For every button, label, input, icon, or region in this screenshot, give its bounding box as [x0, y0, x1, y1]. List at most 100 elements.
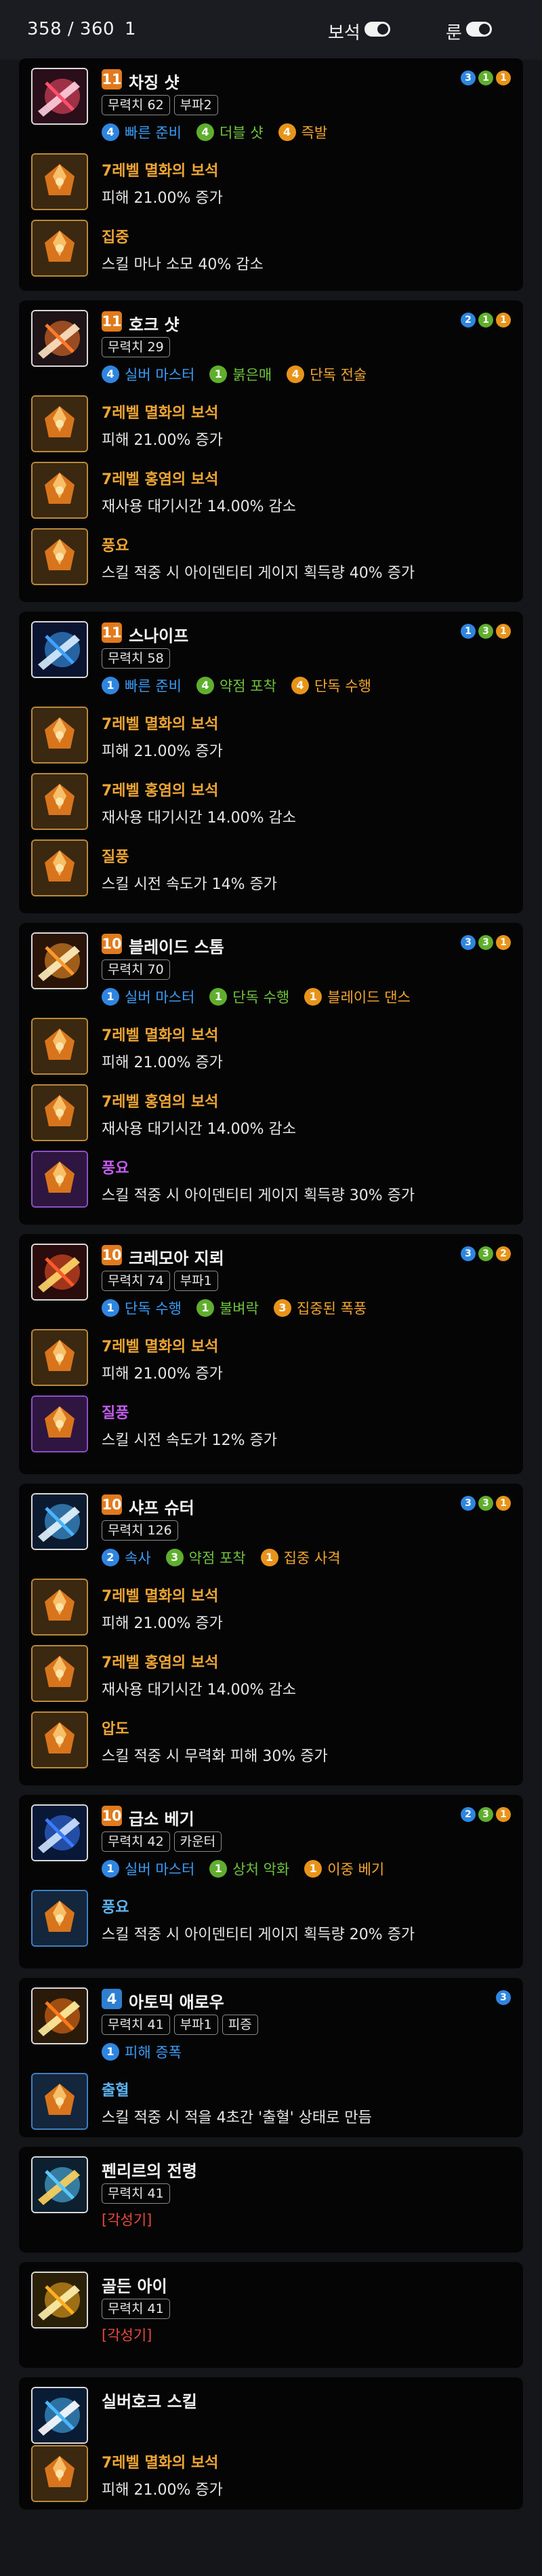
skill-tags: 무력치 29: [102, 337, 170, 357]
tripod[interactable]: 4 단독 수행: [291, 675, 371, 696]
tripod-level-badge: 1: [209, 365, 228, 383]
skill-icon[interactable]: [31, 1493, 88, 1550]
tripod[interactable]: 1 이중 베기: [304, 1859, 384, 1879]
tripod-summary-dot: 1: [478, 313, 493, 328]
tripod[interactable]: 1 실버 마스터: [102, 987, 194, 1007]
tripod-summary-dot: 3: [478, 1807, 493, 1822]
gem-icon[interactable]: [31, 1329, 88, 1386]
tripod[interactable]: 1 실버 마스터: [102, 1859, 194, 1879]
row-description: 스킬 시전 속도가 12% 증가: [102, 1432, 278, 1449]
row-title: 7레벨 멸화의 보석: [102, 1588, 219, 1605]
skill-tag: 무력치 29: [102, 337, 170, 357]
rune-icon[interactable]: [31, 220, 88, 277]
tripod[interactable]: 1 상처 악화: [209, 1859, 289, 1879]
skill-level-badge: 10: [102, 1494, 122, 1515]
tripod[interactable]: 4 실버 마스터: [102, 364, 194, 384]
tripod[interactable]: 1 불벼락: [196, 1298, 259, 1318]
skill-tags: 무력치 126: [102, 1520, 178, 1541]
row-title: 풍요: [102, 1899, 129, 1916]
rune-icon[interactable]: [31, 1151, 88, 1208]
tripod-summary-dot: 1: [496, 624, 511, 639]
tripod[interactable]: 3 약점 포착: [165, 1547, 246, 1568]
tripod[interactable]: 1 빠른 준비: [102, 675, 182, 696]
tripod-summary: 3: [496, 1990, 511, 2005]
skill-icon[interactable]: [31, 2156, 88, 2213]
skill-level-badge: 10: [102, 1245, 122, 1265]
skill-tags: 무력치 41 부파1 피증: [102, 2015, 258, 2035]
gem-icon[interactable]: [31, 1579, 88, 1636]
tripod[interactable]: 4 약점 포착: [196, 675, 276, 696]
gem-icon[interactable]: [31, 395, 88, 452]
tripod[interactable]: 2 속사: [102, 1547, 151, 1568]
tripod-summary-dot: 1: [461, 624, 476, 639]
skill-icon[interactable]: [31, 1804, 88, 1861]
tripod-level-badge: 1: [102, 1299, 119, 1317]
tripod[interactable]: 4 단독 전술: [287, 364, 367, 384]
tripod-summary-dot: 3: [478, 1246, 493, 1261]
tripod-summary: 231: [461, 1807, 511, 1822]
gem-toggle[interactable]: [364, 22, 390, 37]
tripod-label: 단독 전술: [310, 367, 367, 383]
skill-icon[interactable]: [31, 932, 88, 989]
rune-icon[interactable]: [31, 528, 88, 585]
gem-icon[interactable]: [31, 1018, 88, 1075]
skill-icon[interactable]: [31, 68, 88, 125]
skill-tag: 무력치 41: [102, 2015, 170, 2035]
skill-icon[interactable]: [31, 621, 88, 678]
skill-name: 급소 베기: [129, 1810, 194, 1829]
row-description: 스킬 적중 시 적을 4초간 '출혈' 상태로 만듬: [102, 2109, 372, 2126]
gem-icon[interactable]: [31, 153, 88, 210]
tripod[interactable]: 4 더블 샷: [196, 122, 264, 142]
tripod-summary: 311: [461, 71, 511, 85]
skill-level-badge: 11: [102, 622, 122, 643]
tripod-level-badge: 4: [278, 123, 296, 141]
gem-icon[interactable]: [31, 773, 88, 830]
rune-icon[interactable]: [31, 2073, 88, 2130]
rune-icon[interactable]: [31, 1711, 88, 1768]
skill-icon[interactable]: [31, 310, 88, 367]
gem-icon[interactable]: [31, 1084, 88, 1141]
tripod-summary: 332: [461, 1246, 511, 1261]
tripod[interactable]: 1 단독 수행: [102, 1298, 182, 1318]
tripod-summary-dot: 2: [461, 313, 476, 328]
tripod[interactable]: 4 즉발: [278, 122, 327, 142]
row-description: 피해 21.00% 증가: [102, 2482, 223, 2499]
skill-tag: 부파2: [173, 95, 218, 115]
rune-icon[interactable]: [31, 1395, 88, 1452]
tripod[interactable]: 1 단독 수행: [209, 987, 289, 1007]
tripod-summary-dot: 1: [496, 935, 511, 950]
row-title: 7레벨 멸화의 보석: [102, 1027, 219, 1044]
skill-tag: 무력치 70: [102, 959, 170, 980]
tripod-level-badge: 3: [165, 1549, 184, 1566]
row-description: 스킬 시전 속도가 14% 증가: [102, 876, 278, 893]
rune-icon[interactable]: [31, 1890, 88, 1947]
row-title: 출혈: [102, 2082, 129, 2099]
row-title: 7레벨 멸화의 보석: [102, 2455, 219, 2472]
skill-tag: 무력치 58: [102, 648, 170, 669]
tripod[interactable]: 1 블레이드 댄스: [304, 987, 411, 1007]
skill-icon[interactable]: [31, 2272, 88, 2329]
gem-icon[interactable]: [31, 1645, 88, 1702]
tripod-list: 1 실버 마스터 1 상처 악화 1 이중 베기: [102, 1859, 399, 1879]
row-title: 풍요: [102, 538, 129, 555]
skill-card: 골든 아이 무력치 41 [각성기]: [19, 2262, 523, 2368]
skill-icon[interactable]: [31, 1987, 88, 2044]
tripod[interactable]: 1 붉은매: [209, 364, 272, 384]
tripod[interactable]: 3 집중된 폭풍: [273, 1298, 367, 1318]
rune-toggle[interactable]: [466, 22, 492, 37]
tripod-level-badge: 4: [102, 123, 119, 141]
gem-icon[interactable]: [31, 2445, 88, 2502]
tripod[interactable]: 1 집중 사격: [260, 1547, 341, 1568]
rune-icon[interactable]: [31, 839, 88, 896]
gem-icon[interactable]: [31, 462, 88, 519]
tripod[interactable]: 1 피해 증폭: [102, 2042, 182, 2062]
gem-toggle-label: 보석: [328, 23, 360, 43]
gem-icon[interactable]: [31, 707, 88, 764]
tripod-label: 단독 수행: [125, 1301, 182, 1317]
skill-points: 358 / 360: [27, 19, 115, 39]
tripod[interactable]: 4 빠른 준비: [102, 122, 182, 142]
skill-tags: 무력치 42 카운터: [102, 1831, 222, 1852]
tripod-list: 4 빠른 준비 4 더블 샷 4 즉발: [102, 122, 342, 142]
skill-icon[interactable]: [31, 2387, 88, 2444]
skill-icon[interactable]: [31, 1244, 88, 1301]
